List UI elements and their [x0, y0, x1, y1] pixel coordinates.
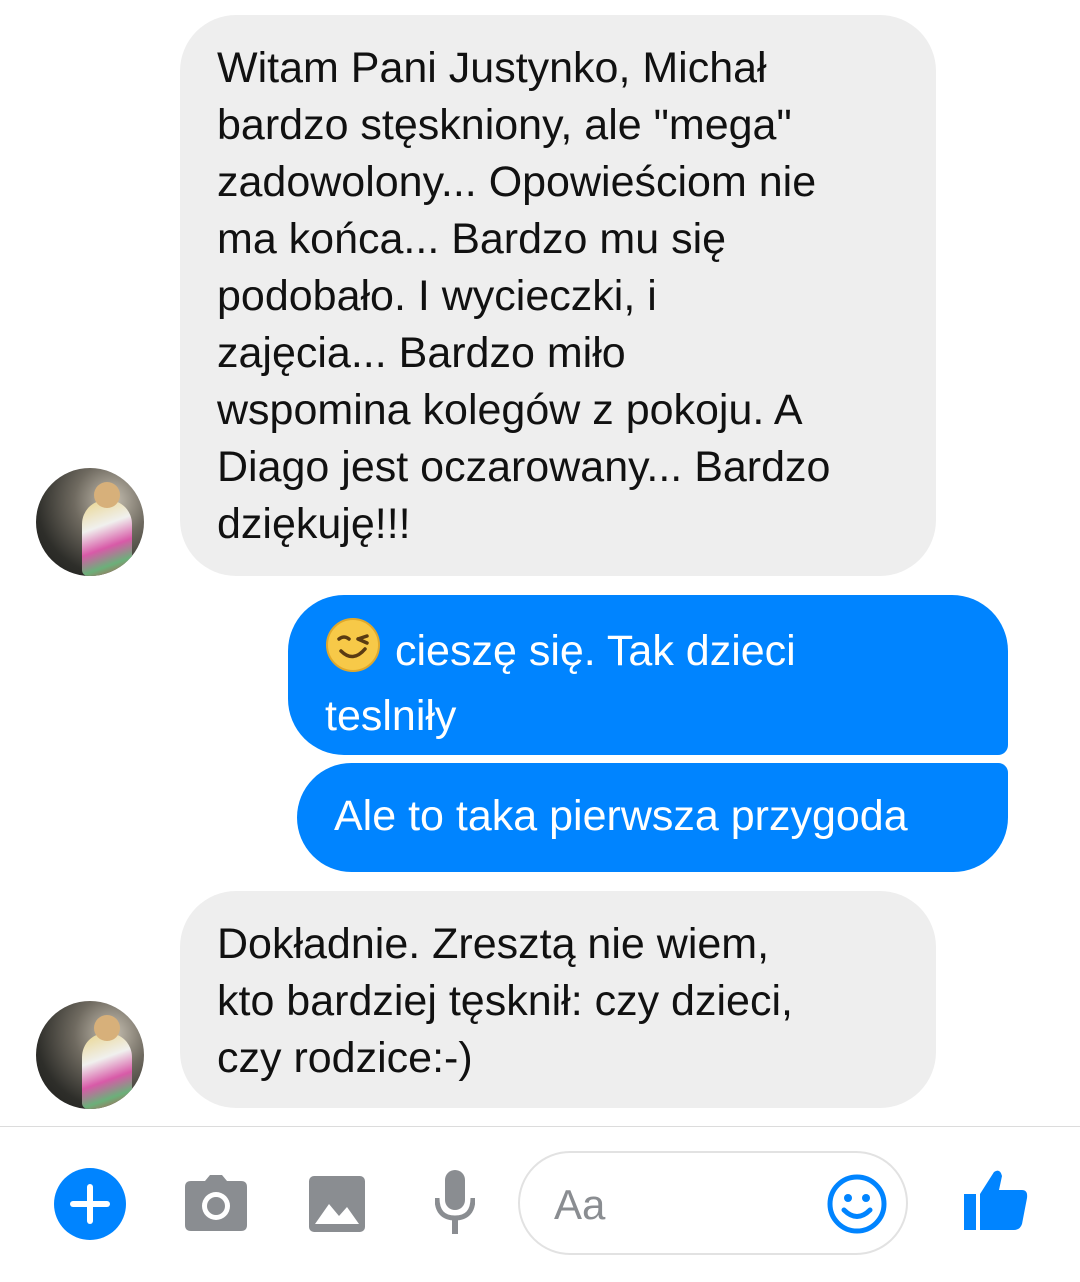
incoming-message-bubble[interactable]: Witam Pani Justynko, Michał bardzo stęsk… [180, 15, 936, 576]
image-icon[interactable] [309, 1176, 365, 1237]
message-input-box[interactable] [518, 1151, 908, 1255]
wink-emoji-icon [325, 617, 381, 688]
emoji-icon[interactable] [826, 1173, 888, 1235]
outgoing-message-bubble[interactable]: Ale to taka pierwsza przygoda [297, 763, 1008, 872]
contact-avatar[interactable] [36, 468, 144, 576]
message-text: cieszę się. Tak dzieci teslniły [325, 627, 796, 740]
message-input[interactable] [552, 1175, 816, 1235]
incoming-message-bubble[interactable]: Dokładnie. Zresztą nie wiem, kto bardzie… [180, 891, 936, 1108]
microphone-icon[interactable] [434, 1170, 476, 1239]
plus-icon[interactable] [54, 1168, 126, 1240]
outgoing-message-bubble[interactable]: cieszę się. Tak dzieci teslniły [288, 595, 1008, 755]
message-text: Witam Pani Justynko, Michał bardzo stęsk… [217, 44, 831, 548]
message-text: Dokładnie. Zresztą nie wiem, kto bardzie… [217, 920, 793, 1082]
contact-avatar[interactable] [36, 1001, 144, 1109]
message-thread: Witam Pani Justynko, Michał bardzo stęsk… [0, 0, 1080, 1126]
camera-icon[interactable] [185, 1175, 247, 1236]
message-text: Ale to taka pierwsza przygoda [334, 792, 908, 840]
thumbs-up-icon[interactable] [964, 1168, 1028, 1237]
